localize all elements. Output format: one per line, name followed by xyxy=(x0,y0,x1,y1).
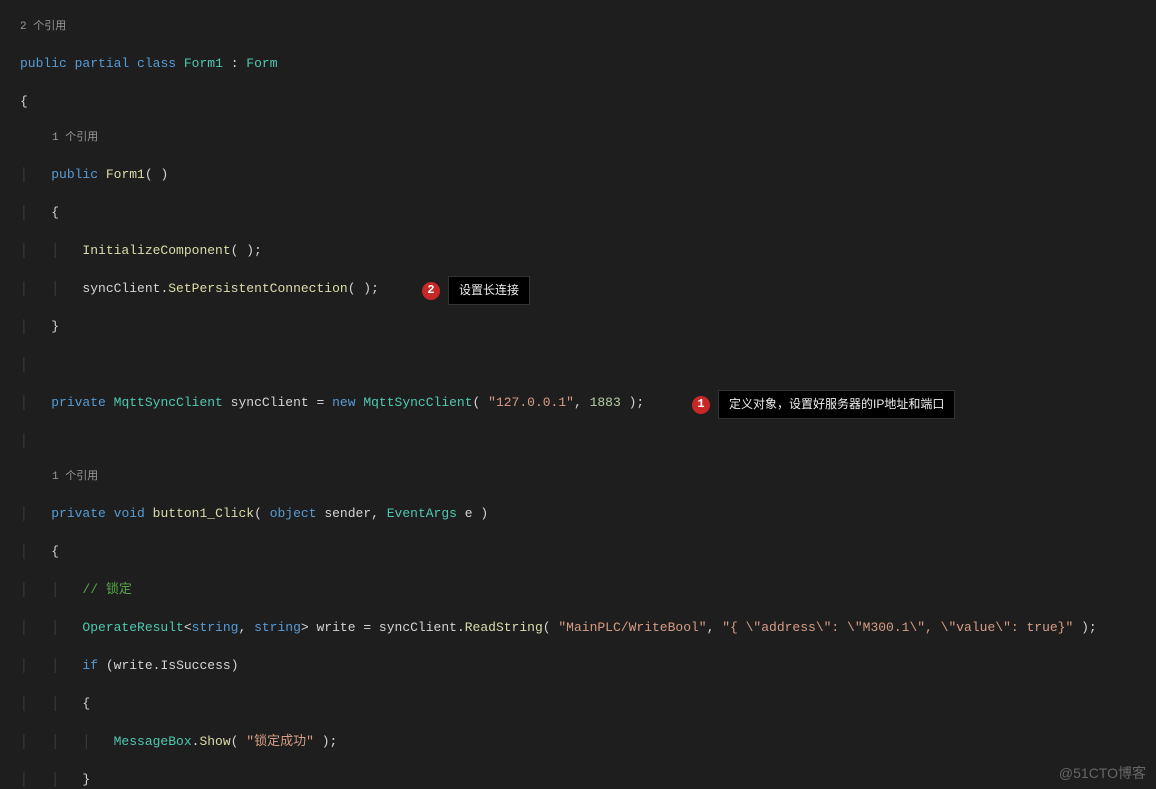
codelens[interactable]: 2 个引用 xyxy=(20,19,1156,35)
codelens[interactable]: 1 个引用 xyxy=(20,130,1156,146)
code-line: │ private MqttSyncClient syncClient = ne… xyxy=(20,393,1156,412)
code-line: │ │ OperateResult<string, string> write … xyxy=(20,618,1156,637)
annotation-1: 1 定义对象，设置好服务器的IP地址和端口 xyxy=(692,390,955,419)
code-line: │ │ InitializeComponent( ); xyxy=(20,241,1156,260)
code-editor[interactable]: 2 个引用 public partial class Form1 : Form … xyxy=(0,0,1156,789)
codelens[interactable]: 1 个引用 xyxy=(20,469,1156,485)
code-line: │ │ syncClient.SetPersistentConnection( … xyxy=(20,279,1156,298)
code-line: │ } xyxy=(20,317,1156,336)
code-line: │ │ { xyxy=(20,694,1156,713)
code-line: │ public Form1( ) xyxy=(20,165,1156,184)
code-line: │ │ if (write.IsSuccess) xyxy=(20,656,1156,675)
badge-2: 2 xyxy=(422,282,440,300)
note-2: 设置长连接 xyxy=(448,276,530,305)
code-line: │ xyxy=(20,431,1156,450)
code-line: │ │ // 锁定 xyxy=(20,580,1156,599)
code-line: │ xyxy=(20,355,1156,374)
watermark: @51CTO博客 xyxy=(1059,764,1146,783)
badge-1: 1 xyxy=(692,396,710,414)
code-line: { xyxy=(20,92,1156,111)
code-line: │ │ } xyxy=(20,770,1156,789)
code-line: │ { xyxy=(20,542,1156,561)
annotation-2: 2 设置长连接 xyxy=(422,276,530,305)
code-line: │ private void button1_Click( object sen… xyxy=(20,504,1156,523)
code-line: public partial class Form1 : Form xyxy=(20,54,1156,73)
code-line: │ │ │ MessageBox.Show( "锁定成功" ); xyxy=(20,732,1156,751)
note-1: 定义对象，设置好服务器的IP地址和端口 xyxy=(718,390,955,419)
code-line: │ { xyxy=(20,203,1156,222)
